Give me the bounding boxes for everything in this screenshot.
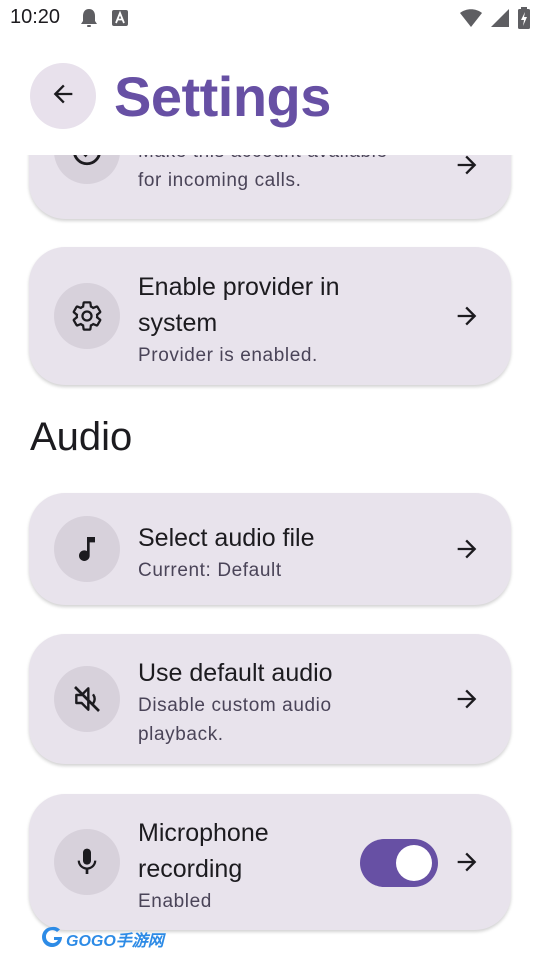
gear-icon	[54, 283, 120, 349]
incoming-calls-card[interactable]: Make this account available for incoming…	[29, 155, 511, 219]
status-bar: 10:20	[0, 0, 540, 36]
microphone-toggle-switch[interactable]	[360, 839, 438, 887]
settings-list[interactable]: Make this account available for incoming…	[0, 155, 540, 960]
watermark-logo: GOGO手游网	[40, 925, 164, 952]
select-audio-subtitle: Current: Default	[138, 560, 282, 581]
enable-provider-title-2: system	[138, 309, 218, 337]
select-audio-title: Select audio file	[138, 524, 315, 552]
incoming-calls-subtitle-1: Make this account available	[138, 155, 388, 166]
app-notification-icon	[112, 10, 128, 31]
incoming-calls-subtitle-2: for incoming calls.	[138, 170, 302, 191]
battery-charging-icon	[518, 7, 530, 34]
arrow-forward-icon	[453, 535, 481, 563]
section-title-audio: Audio	[30, 415, 133, 459]
check-circle-icon	[54, 155, 120, 184]
watermark-text: GOGO手游网	[66, 932, 164, 950]
toggle-knob	[396, 845, 432, 881]
microphone-subtitle: Enabled	[138, 891, 212, 912]
use-default-audio-card[interactable]: Use default audio Disable custom audio p…	[29, 634, 511, 764]
wifi-icon	[460, 8, 482, 33]
microphone-recording-card[interactable]: Microphone recording Enabled	[29, 794, 511, 930]
notification-bell-icon	[80, 8, 98, 33]
watermark-logo-icon	[40, 925, 64, 952]
default-audio-title: Use default audio	[138, 659, 333, 687]
enable-provider-title-1: Enable provider in	[138, 273, 340, 301]
microphone-title-1: Microphone	[138, 819, 269, 847]
music-note-icon	[54, 516, 120, 582]
microphone-title-2: recording	[138, 855, 243, 883]
back-button[interactable]	[30, 63, 96, 129]
page-title: Settings	[114, 65, 331, 128]
status-time: 10:20	[10, 6, 61, 28]
enable-provider-subtitle: Provider is enabled.	[138, 345, 318, 366]
volume-off-icon	[54, 666, 120, 732]
top-app-bar: Settings	[0, 60, 540, 132]
arrow-forward-icon	[453, 302, 481, 330]
arrow-back-icon	[49, 80, 77, 113]
microphone-icon	[54, 829, 120, 895]
arrow-forward-icon	[453, 848, 481, 876]
cell-signal-icon	[490, 8, 510, 33]
enable-provider-card[interactable]: Enable provider in system Provider is en…	[29, 247, 511, 385]
arrow-forward-icon	[453, 685, 481, 713]
select-audio-file-card[interactable]: Select audio file Current: Default	[29, 493, 511, 605]
default-audio-subtitle-1: Disable custom audio	[138, 695, 332, 716]
default-audio-subtitle-2: playback.	[138, 724, 224, 745]
arrow-forward-icon	[453, 155, 481, 179]
